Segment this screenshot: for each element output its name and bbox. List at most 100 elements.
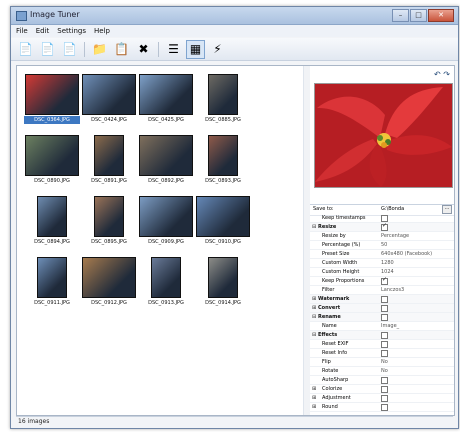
property-label: AutoSharp bbox=[322, 377, 349, 383]
new-button[interactable]: 📄 bbox=[16, 40, 35, 59]
property-group[interactable]: ⊟ Rename bbox=[310, 313, 454, 322]
menu-edit[interactable]: Edit bbox=[36, 27, 50, 35]
thumbnail-view-button[interactable]: ▦ bbox=[186, 39, 205, 59]
property-label: Reset EXIF bbox=[322, 341, 349, 347]
property-checkbox[interactable] bbox=[381, 332, 388, 339]
add-button[interactable]: 📄 bbox=[38, 40, 57, 59]
property-row[interactable]: Flip No bbox=[310, 358, 454, 367]
rotate-left-icon[interactable]: ↶ bbox=[434, 70, 441, 79]
property-row[interactable]: Rotate No bbox=[310, 367, 454, 376]
property-group[interactable]: ⊟ Effects bbox=[310, 331, 454, 340]
property-checkbox[interactable] bbox=[381, 341, 388, 348]
property-label: Resize by bbox=[322, 233, 346, 239]
property-group[interactable]: ⊞ Convert bbox=[310, 304, 454, 313]
thumbnail-item[interactable]: DSC_0885.JPG bbox=[195, 74, 251, 127]
property-checkbox[interactable] bbox=[381, 404, 388, 411]
remove-button[interactable]: ✖ bbox=[134, 40, 153, 59]
property-checkbox[interactable] bbox=[381, 276, 388, 285]
property-checkbox[interactable] bbox=[381, 386, 388, 393]
property-checkbox[interactable] bbox=[381, 395, 388, 402]
menu-settings[interactable]: Settings bbox=[57, 27, 86, 35]
thumbnail-image bbox=[208, 257, 238, 298]
expand-icon[interactable]: ⊞ bbox=[312, 295, 316, 303]
thumbnail-item[interactable]: DSC_0912.JPG bbox=[81, 257, 137, 310]
thumbnail-item[interactable]: DSC_0890.JPG bbox=[24, 135, 80, 188]
property-label: Resize bbox=[318, 224, 337, 230]
expand-icon[interactable]: ⊞ bbox=[312, 304, 316, 312]
property-row[interactable]: Resize by Percentage bbox=[310, 232, 454, 241]
property-group[interactable]: ⊟ Resize bbox=[310, 222, 454, 232]
thumbnail-item[interactable]: DSC_0914.JPG bbox=[195, 257, 251, 310]
page-icon: 📄 bbox=[62, 42, 77, 56]
property-row[interactable]: AutoSharp bbox=[310, 376, 454, 385]
thumbnail-item[interactable]: DSC_0893.JPG bbox=[195, 135, 251, 188]
image-tuner-window: Image Tuner – □ ✕ File Edit Settings Hel… bbox=[10, 6, 459, 429]
property-row[interactable]: ⊞ Round bbox=[310, 403, 454, 412]
thumbnail-item[interactable]: DSC_0424.JPG bbox=[81, 74, 137, 127]
property-row[interactable]: Custom Width 1280 bbox=[310, 259, 454, 268]
property-checkbox[interactable] bbox=[381, 377, 388, 384]
thumbnail-label: DSC_0890.JPG bbox=[34, 178, 70, 184]
thumbnail-item[interactable]: DSC_0913.JPG bbox=[138, 257, 194, 310]
thumbnail-label: DSC_0891.JPG bbox=[91, 178, 127, 184]
thumbnail-item[interactable]: DSC_0911.JPG bbox=[24, 257, 80, 310]
thumbnail-item[interactable]: DSC_0910.JPG bbox=[195, 196, 251, 249]
menu-file[interactable]: File bbox=[16, 27, 28, 35]
property-checkbox[interactable] bbox=[381, 215, 388, 222]
collapse-icon[interactable]: ⊟ bbox=[312, 313, 316, 321]
thumbnail-item[interactable]: DSC_0364.JPG bbox=[24, 74, 80, 127]
browse-button[interactable]: … bbox=[442, 205, 452, 214]
expand-icon[interactable]: ⊞ bbox=[312, 385, 316, 393]
minimize-button[interactable]: – bbox=[392, 9, 409, 22]
thumbnail-image bbox=[139, 196, 193, 237]
property-row[interactable]: Reset EXIF bbox=[310, 340, 454, 349]
property-label: Round bbox=[322, 404, 338, 410]
property-checkbox[interactable] bbox=[381, 305, 388, 312]
thumbnail-item[interactable]: DSC_0895.JPG bbox=[81, 196, 137, 249]
property-row[interactable]: Preset Size 640x480 (Facebook) bbox=[310, 250, 454, 259]
page-button[interactable]: 📄 bbox=[60, 40, 79, 59]
property-row[interactable]: ⊞ Colorize bbox=[310, 385, 454, 394]
expand-icon[interactable]: ⊞ bbox=[312, 394, 316, 402]
maximize-button[interactable]: □ bbox=[410, 9, 427, 22]
property-checkbox[interactable] bbox=[381, 314, 388, 321]
menu-help[interactable]: Help bbox=[94, 27, 110, 35]
thumbnail-item[interactable]: DSC_0425.JPG bbox=[138, 74, 194, 127]
list-view-button[interactable]: ☰ bbox=[164, 40, 183, 59]
process-button[interactable]: ⚡ bbox=[208, 40, 227, 59]
property-label: Rotate bbox=[322, 368, 339, 374]
property-checkbox[interactable] bbox=[381, 222, 388, 231]
property-row[interactable]: ⊞ Adjustment bbox=[310, 394, 454, 403]
property-row[interactable]: Reset Info bbox=[310, 349, 454, 358]
thumbnail-image bbox=[196, 196, 250, 237]
thumbnail-item[interactable]: DSC_0891.JPG bbox=[81, 135, 137, 188]
thumbnail-gallery[interactable]: DSC_0364.JPG DSC_0424.JPG DSC_0425.JPG DSC_… bbox=[17, 66, 310, 415]
property-label: Convert bbox=[318, 305, 341, 311]
add-files-icon: 📋 bbox=[114, 42, 129, 56]
expand-icon[interactable]: ⊞ bbox=[312, 403, 316, 411]
thumbnail-view-icon: ▦ bbox=[189, 42, 202, 56]
thumbnail-label: DSC_0895.JPG bbox=[91, 239, 127, 245]
property-group[interactable]: ⊞ Watermark bbox=[310, 295, 454, 304]
thumbnail-image bbox=[82, 257, 136, 298]
thumbnail-item[interactable]: DSC_0894.JPG bbox=[24, 196, 80, 249]
collapse-icon[interactable]: ⊟ bbox=[312, 223, 316, 231]
property-checkbox[interactable] bbox=[381, 350, 388, 357]
thumbnail-image bbox=[37, 196, 67, 237]
property-checkbox[interactable] bbox=[381, 296, 388, 303]
add-files-button[interactable]: 📋 bbox=[112, 40, 131, 59]
close-button[interactable]: ✕ bbox=[428, 9, 454, 22]
folder-button[interactable]: 📁 bbox=[90, 40, 109, 59]
property-row[interactable]: Percentage (%) 50 bbox=[310, 241, 454, 250]
thumbnail-label: DSC_0892.JPG bbox=[148, 178, 184, 184]
property-value: Percentage bbox=[381, 233, 410, 239]
property-row[interactable]: Keep Proportions bbox=[310, 276, 454, 286]
gallery-scrollbar[interactable] bbox=[303, 66, 310, 415]
thumbnail-item[interactable]: DSC_0909.JPG bbox=[138, 196, 194, 249]
thumbnail-item[interactable]: DSC_0892.JPG bbox=[138, 135, 194, 188]
collapse-icon[interactable]: ⊟ bbox=[312, 331, 316, 339]
rotate-right-icon[interactable]: ↷ bbox=[443, 70, 450, 79]
settings-panel: ↶ ↷ Save to: G:\Bonda … Keep timestamps … bbox=[310, 66, 454, 415]
property-row[interactable]: Filter Lanczos3 bbox=[310, 286, 454, 295]
property-row[interactable]: Name Image_ bbox=[310, 322, 454, 331]
